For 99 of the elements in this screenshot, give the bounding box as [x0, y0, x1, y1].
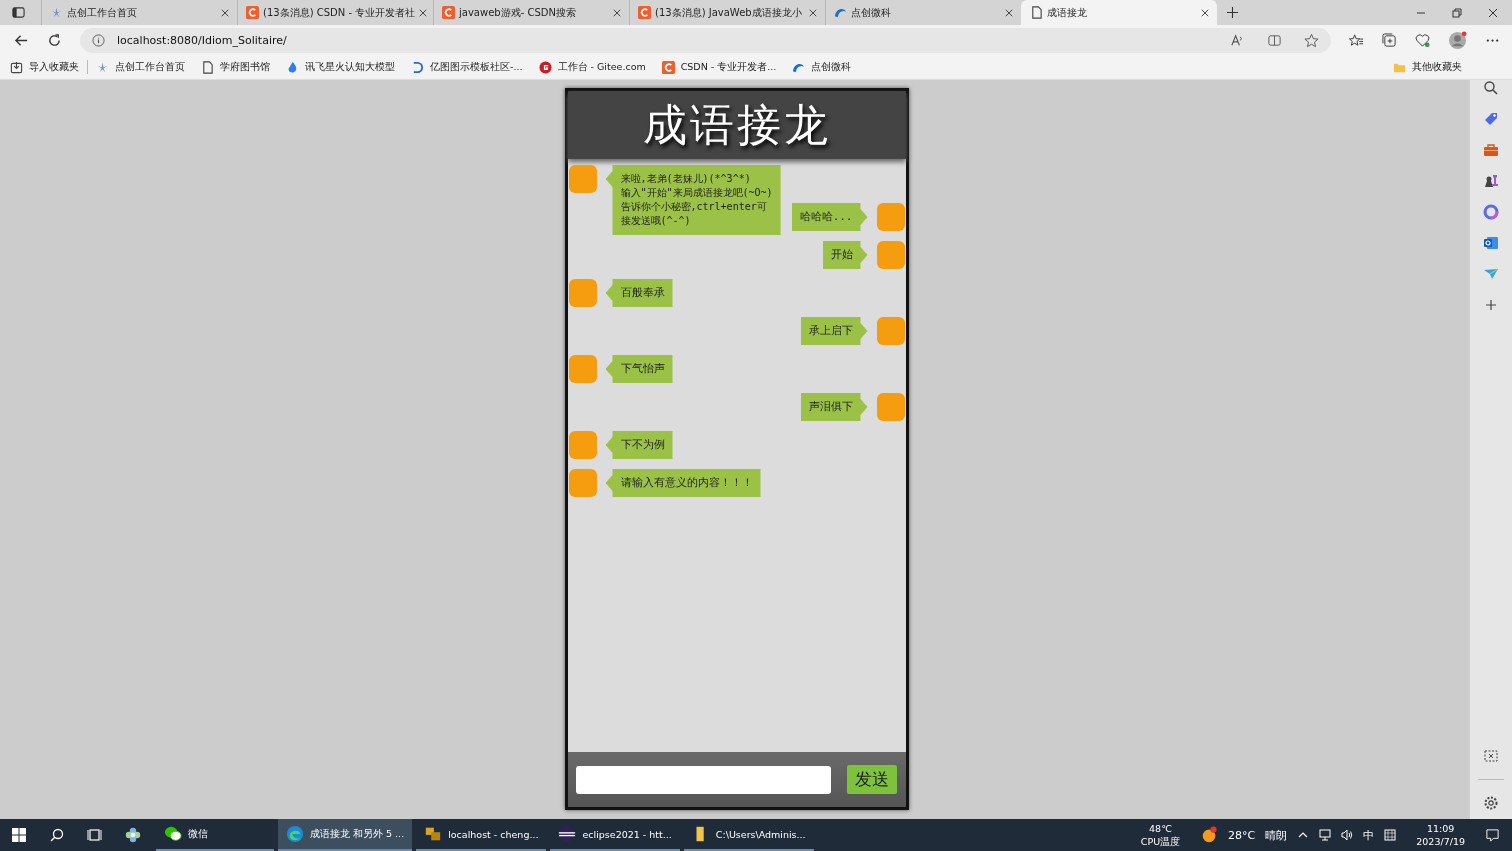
- bookmark-link[interactable]: 导入收藏夹: [10, 60, 79, 74]
- taskbar-app[interactable]: 微信: [156, 819, 274, 851]
- split-screen-icon[interactable]: [1267, 32, 1282, 48]
- close-icon[interactable]: [1201, 8, 1209, 17]
- c-logo-icon: [246, 6, 259, 19]
- d-logo-icon: [411, 60, 424, 74]
- mail-app-icon[interactable]: [1483, 235, 1499, 251]
- address-field[interactable]: localhost:8080/Idiom_Solitaire/: [80, 27, 1331, 53]
- message-text: 声泪俱下: [808, 400, 853, 414]
- notification-icon[interactable]: [1485, 827, 1500, 843]
- browser-tab[interactable]: 成语接龙: [1021, 0, 1217, 25]
- flower-icon[interactable]: [125, 827, 141, 843]
- profile-icon[interactable]: [1448, 30, 1467, 50]
- avatar: [568, 469, 597, 497]
- page-icon: [201, 60, 214, 74]
- collections-icon[interactable]: [1382, 32, 1397, 48]
- import-icon: [10, 60, 23, 74]
- grid-icon[interactable]: [1384, 829, 1397, 841]
- c-logo-icon: [661, 60, 675, 74]
- close-icon[interactable]: [1005, 8, 1013, 17]
- avatar: [568, 355, 597, 383]
- close-icon[interactable]: [1488, 7, 1498, 18]
- message-input[interactable]: [575, 765, 831, 794]
- close-icon[interactable]: [221, 8, 229, 17]
- chat-bubbles-icon: [164, 825, 182, 843]
- bookmark-link[interactable]: CSDN - 专业开发者...: [661, 60, 777, 74]
- bookmark-link[interactable]: 亿图图示模板社区-...: [411, 60, 523, 74]
- favorites-icon[interactable]: [1349, 32, 1364, 48]
- new-tab-icon[interactable]: [1227, 7, 1238, 18]
- message-text: 开始: [830, 248, 853, 262]
- avatar: [876, 203, 905, 231]
- taskbar-app[interactable]: C:\Users\Adminis...: [683, 819, 814, 851]
- info-icon: [92, 33, 105, 47]
- search-icon[interactable]: [49, 827, 65, 843]
- add-icon[interactable]: [1483, 297, 1499, 313]
- network-icon[interactable]: [1319, 829, 1332, 841]
- flame-icon: [286, 60, 299, 74]
- weather-text: 晴朗: [1265, 827, 1288, 843]
- taskbar-app[interactable]: eclipse2021 - htt...: [550, 819, 680, 851]
- settings-icon[interactable]: [1483, 795, 1499, 811]
- taskbar-app[interactable]: localhost - cheng...: [416, 819, 547, 851]
- avatar: [876, 317, 905, 345]
- chess-pieces-icon[interactable]: [1483, 173, 1499, 189]
- message-text: 输入"开始"来局成语接龙吧(~O~): [620, 186, 773, 200]
- message-text: 来啦,老弟(老妹儿)(*^3^*): [620, 172, 752, 186]
- search-icon[interactable]: [1483, 80, 1499, 96]
- clock-time[interactable]: 11:09: [1426, 822, 1455, 835]
- star-icon[interactable]: [1304, 32, 1319, 48]
- message-text: 百般奉承: [620, 286, 665, 300]
- avatar: [568, 165, 597, 193]
- tab-actions-icon[interactable]: [12, 6, 25, 19]
- bookmark-link[interactable]: 讯飞星火认知大模型: [286, 60, 395, 74]
- message-text: 下气怡声: [620, 362, 665, 376]
- c-logo-icon: [442, 6, 455, 19]
- close-icon[interactable]: [419, 8, 428, 17]
- app-title: 成语接龙: [642, 97, 831, 152]
- volume-icon[interactable]: [1341, 829, 1354, 841]
- other-bookmarks-folder[interactable]: 其他收藏夹: [1393, 60, 1462, 74]
- avatar: [568, 279, 597, 307]
- bookmark-link[interactable]: 点创微科: [792, 60, 852, 74]
- message-text: 告诉你个小秘密,ctrl+enter可: [620, 200, 768, 214]
- boxes-icon: [424, 825, 443, 843]
- task-view-icon[interactable]: [87, 827, 103, 843]
- avatar: [876, 241, 905, 269]
- browser-icon: [286, 825, 304, 843]
- message-text: 下不为例: [620, 438, 665, 452]
- ring-logo-icon[interactable]: [1483, 204, 1499, 220]
- page-icon: [1030, 6, 1043, 19]
- clock-date[interactable]: 2023/7/19: [1416, 835, 1465, 848]
- g-logo-icon: [538, 60, 552, 74]
- bookmark-link[interactable]: 点创工作台首页: [96, 60, 185, 74]
- heartbeat-icon[interactable]: [1415, 32, 1430, 48]
- message-text: 接发送哦(^-^): [620, 214, 692, 228]
- avatar: [568, 431, 597, 459]
- cpu-label: CPU温度: [1140, 835, 1181, 848]
- cpu-temperature: 48℃: [1149, 822, 1172, 835]
- message-text: 请输入有意义的内容！！！: [620, 476, 753, 490]
- wave-icon: [834, 6, 847, 19]
- c-logo-icon: [638, 6, 651, 19]
- read-aloud-icon[interactable]: [1230, 32, 1245, 48]
- sun-icon[interactable]: [1200, 826, 1219, 844]
- message-text: 承上启下: [808, 324, 853, 338]
- toolbox-icon[interactable]: [1483, 142, 1499, 158]
- avatar: [876, 393, 905, 421]
- close-icon[interactable]: [613, 8, 621, 17]
- tag-icon[interactable]: [1483, 111, 1499, 127]
- bookmark-link[interactable]: 工作台 - Gitee.com: [538, 60, 646, 74]
- windows-start-icon[interactable]: [11, 827, 27, 843]
- temperature: 28°C: [1228, 828, 1256, 842]
- input-method[interactable]: 中: [1363, 827, 1375, 843]
- bookmark-link[interactable]: 学府图书馆: [201, 60, 270, 74]
- message-text: 哈哈哈...: [799, 210, 853, 224]
- send-button[interactable]: 发送: [846, 765, 897, 794]
- close-icon[interactable]: [809, 8, 817, 17]
- restore-icon[interactable]: [1452, 7, 1462, 18]
- refresh-icon[interactable]: [47, 32, 62, 48]
- eclipse-icon: [558, 825, 577, 843]
- screenshot-icon[interactable]: [1483, 748, 1499, 764]
- taskbar-app[interactable]: 成语接龙 和另外 5 ...: [278, 819, 413, 851]
